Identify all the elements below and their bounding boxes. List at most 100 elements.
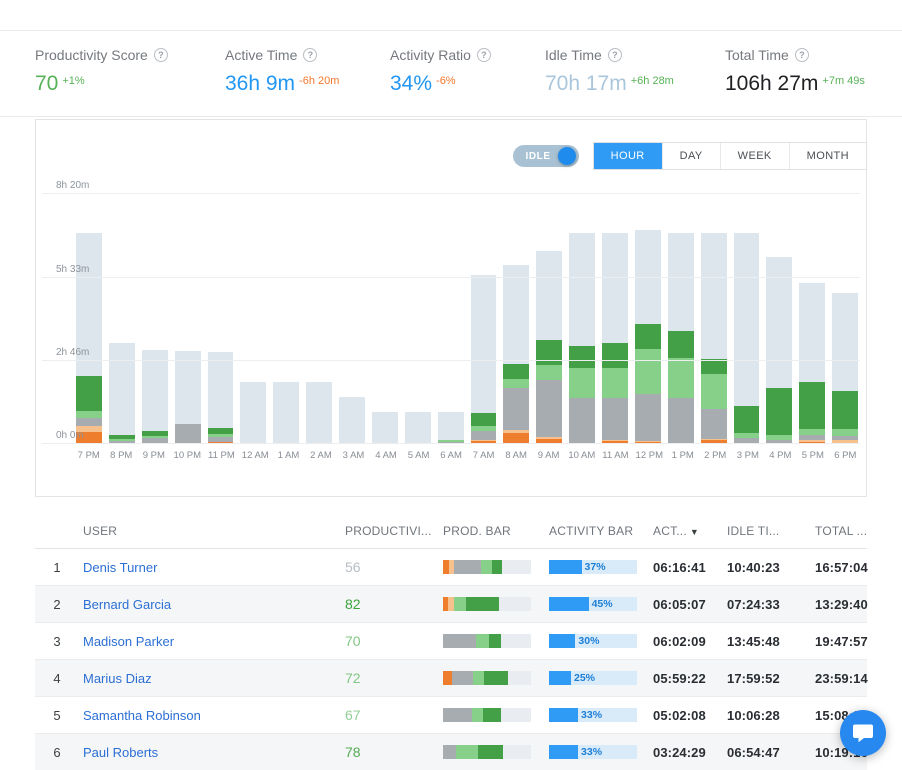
col-idle-time-header[interactable]: IDLE TI... bbox=[713, 524, 801, 538]
bar-segment bbox=[536, 365, 562, 380]
chart-bar[interactable] bbox=[569, 233, 595, 444]
user-link[interactable]: Bernard Garcia bbox=[79, 597, 331, 612]
table-row[interactable]: 6 Paul Roberts 78 33% 03:24:29 06:54:47 … bbox=[35, 734, 867, 770]
user-link[interactable]: Paul Roberts bbox=[79, 745, 331, 760]
help-icon[interactable]: ? bbox=[477, 48, 491, 62]
idle-time: 10:40:23 bbox=[713, 560, 801, 575]
chart-bar[interactable] bbox=[701, 233, 727, 444]
table-row[interactable]: 4 Marius Diaz 72 25% 05:59:22 17:59:52 2… bbox=[35, 660, 867, 697]
prod-bar-segment bbox=[443, 634, 476, 648]
bar-segment bbox=[668, 331, 694, 359]
col-user-header[interactable]: USER bbox=[79, 524, 331, 538]
idle-time: 13:45:48 bbox=[713, 634, 801, 649]
chart-bar[interactable] bbox=[372, 412, 398, 444]
bar-segment bbox=[569, 346, 595, 369]
chart-bar[interactable] bbox=[208, 352, 234, 444]
chart-bar[interactable] bbox=[306, 382, 332, 444]
col-activity-bar-header[interactable]: ACTIVITY BAR bbox=[535, 524, 639, 538]
chart-bar[interactable] bbox=[240, 382, 266, 444]
table-row[interactable]: 3 Madison Parker 70 30% 06:02:09 13:45:4… bbox=[35, 623, 867, 660]
chart-bar[interactable] bbox=[405, 412, 431, 444]
granularity-tabs: HOUR DAY WEEK MONTH bbox=[593, 142, 867, 170]
idle-toggle[interactable]: IDLE bbox=[513, 145, 578, 167]
bar-segment bbox=[273, 382, 299, 444]
activity-percent: 30% bbox=[578, 635, 599, 647]
chart-bar[interactable] bbox=[536, 251, 562, 444]
prod-bar-segment bbox=[466, 597, 499, 611]
tab-hour[interactable]: HOUR bbox=[594, 143, 662, 169]
chart-bar[interactable] bbox=[734, 233, 760, 444]
bar-segment bbox=[175, 424, 201, 444]
stacked-bar-chart: 0h 0m2h 46m5h 33m8h 20m bbox=[42, 194, 860, 444]
table-row[interactable]: 2 Bernard Garcia 82 45% 06:05:07 07:24:3… bbox=[35, 586, 867, 623]
chart-bar[interactable] bbox=[635, 230, 661, 444]
chart-bar[interactable] bbox=[109, 343, 135, 444]
sort-desc-icon[interactable]: ▼ bbox=[690, 527, 699, 537]
toggle-knob-icon bbox=[558, 147, 576, 165]
chart-bar[interactable] bbox=[503, 265, 529, 444]
x-axis-label: 2 PM bbox=[703, 450, 729, 461]
col-prod-bar-header[interactable]: PROD. BAR bbox=[429, 524, 535, 538]
prod-bar-segment bbox=[454, 597, 465, 611]
x-axis-label: 7 AM bbox=[471, 450, 497, 461]
prod-bar bbox=[443, 560, 531, 574]
prod-bar-segment bbox=[489, 634, 501, 648]
tab-month[interactable]: MONTH bbox=[789, 143, 866, 169]
x-axis-label: 9 PM bbox=[141, 450, 167, 461]
bar-segment bbox=[536, 380, 562, 438]
user-link[interactable]: Samantha Robinson bbox=[79, 708, 331, 723]
productivity-score: 67 bbox=[331, 707, 429, 723]
bar-segment bbox=[471, 431, 497, 440]
chart-bar[interactable] bbox=[832, 293, 858, 444]
chart-bar[interactable] bbox=[273, 382, 299, 444]
prod-bar-segment bbox=[452, 671, 473, 685]
stat-label: Productivity Score bbox=[35, 47, 148, 63]
bar-segment bbox=[602, 343, 628, 368]
bar-segment bbox=[240, 382, 266, 444]
chart-bar[interactable] bbox=[668, 233, 694, 444]
bar-segment bbox=[602, 368, 628, 398]
chart-bar[interactable] bbox=[339, 397, 365, 444]
tab-day[interactable]: DAY bbox=[662, 143, 720, 169]
x-axis-label: 8 PM bbox=[109, 450, 135, 461]
user-link[interactable]: Marius Diaz bbox=[79, 671, 331, 686]
col-productivity-header[interactable]: PRODUCTIVI... bbox=[331, 524, 429, 538]
chart-bar[interactable] bbox=[602, 233, 628, 444]
y-axis-label: 8h 20m bbox=[56, 180, 89, 191]
activity-bar: 30% bbox=[549, 634, 637, 648]
chat-launcher-button[interactable] bbox=[840, 710, 886, 756]
table-row[interactable]: 1 Denis Turner 56 37% 06:16:41 10:40:23 … bbox=[35, 549, 867, 586]
col-total-time-header[interactable]: TOTAL ... bbox=[801, 524, 867, 538]
x-axis-label: 4 PM bbox=[768, 450, 794, 461]
x-axis-label: 3 AM bbox=[341, 450, 367, 461]
help-icon[interactable]: ? bbox=[608, 48, 622, 62]
idle-time: 17:59:52 bbox=[713, 671, 801, 686]
help-icon[interactable]: ? bbox=[303, 48, 317, 62]
bar-segment bbox=[734, 406, 760, 434]
bar-segment bbox=[175, 351, 201, 424]
chart-bar[interactable] bbox=[142, 350, 168, 444]
col-active-time-header[interactable]: ACT...▼ bbox=[639, 524, 713, 538]
bar-segment bbox=[142, 350, 168, 431]
help-icon[interactable]: ? bbox=[795, 48, 809, 62]
x-axis-label: 12 AM bbox=[242, 450, 269, 461]
bar-segment bbox=[569, 233, 595, 346]
active-time: 06:16:41 bbox=[639, 560, 713, 575]
prod-bar-segment bbox=[484, 671, 508, 685]
stat-value: 106h 27m bbox=[725, 72, 818, 95]
stat-delta: -6% bbox=[436, 75, 456, 87]
user-link[interactable]: Denis Turner bbox=[79, 560, 331, 575]
tab-week[interactable]: WEEK bbox=[720, 143, 789, 169]
chart-bar[interactable] bbox=[175, 351, 201, 444]
idle-time: 10:06:28 bbox=[713, 708, 801, 723]
activity-fill bbox=[549, 708, 578, 722]
table-row[interactable]: 5 Samantha Robinson 67 33% 05:02:08 10:0… bbox=[35, 697, 867, 734]
activity-fill bbox=[549, 745, 578, 759]
user-link[interactable]: Madison Parker bbox=[79, 634, 331, 649]
chart-bar[interactable] bbox=[438, 412, 464, 444]
help-icon[interactable]: ? bbox=[154, 48, 168, 62]
chart-bar[interactable] bbox=[799, 283, 825, 444]
x-axis-label: 12 PM bbox=[636, 450, 663, 461]
bar-segment bbox=[372, 412, 398, 444]
chart-bar[interactable] bbox=[766, 257, 792, 444]
